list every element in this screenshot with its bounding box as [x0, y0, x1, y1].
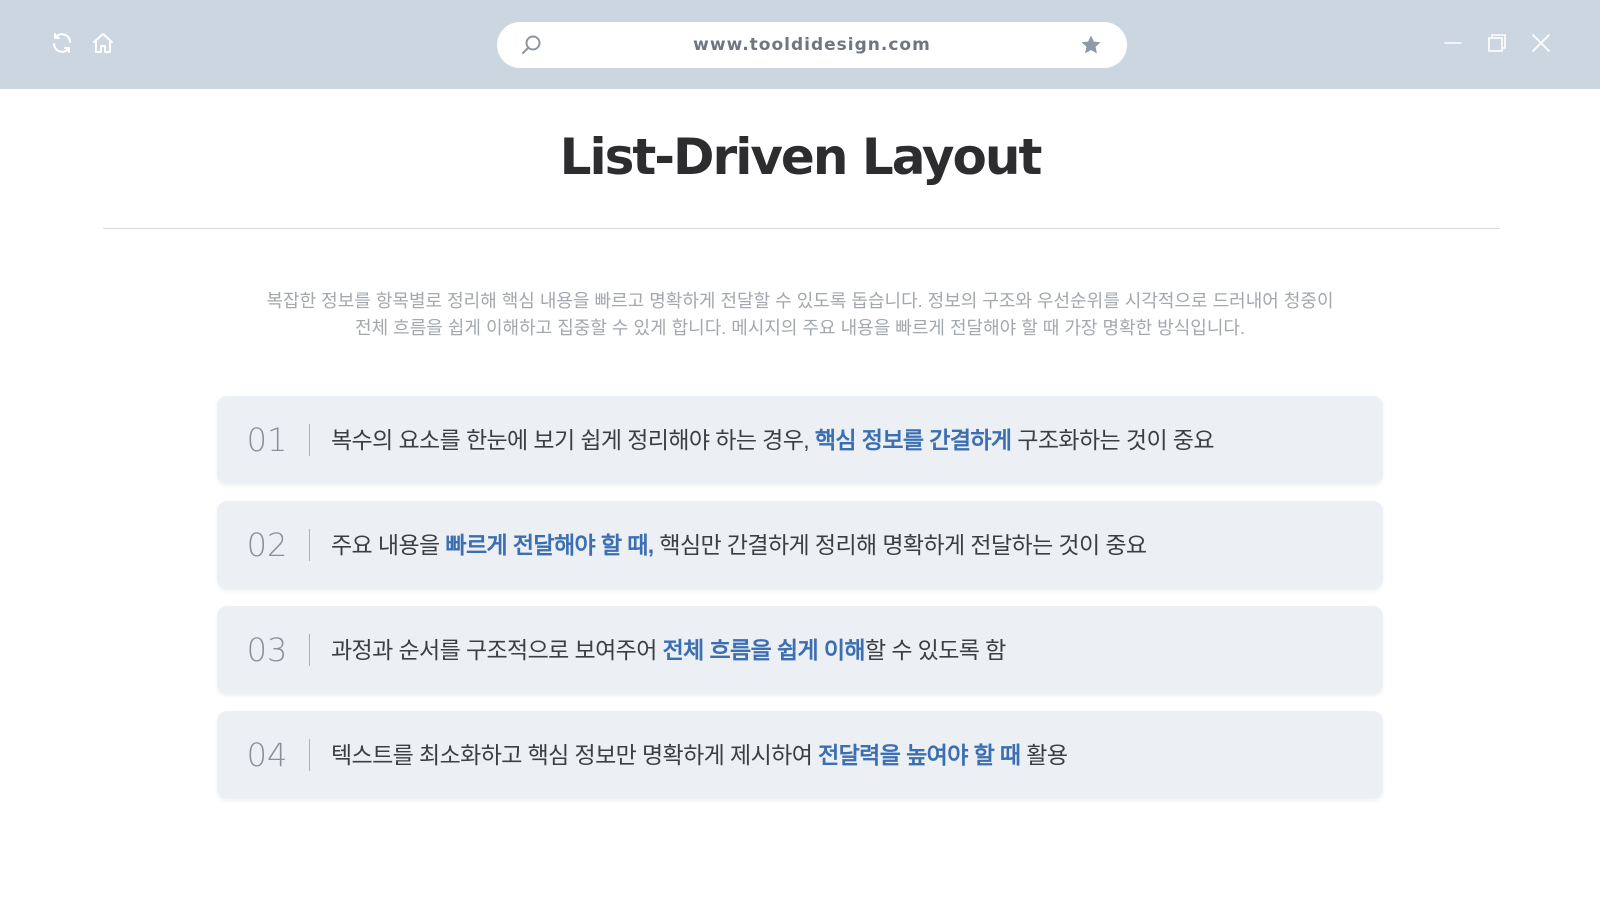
- intro-line-1: 복잡한 정보를 항목별로 정리해 핵심 내용을 빠르고 명확하게 전달할 수 있…: [266, 291, 1334, 311]
- item-number: 01: [246, 421, 288, 459]
- browser-toolbar: www.tooldidesign.com: [0, 0, 1600, 89]
- feature-list: 01 복수의 요소를 한눈에 보기 쉽게 정리해야 하는 경우, 핵심 정보를 …: [217, 396, 1383, 816]
- item-text-after: 핵심만 간결하게 정리해 명확하게 전달하는 것이 중요: [653, 532, 1147, 558]
- item-text-before: 주요 내용을: [331, 532, 446, 558]
- page-title: List-Driven Layout: [559, 128, 1043, 186]
- address-url[interactable]: www.tooldidesign.com: [497, 22, 1127, 68]
- star-icon[interactable]: [1079, 33, 1103, 57]
- item-text: 과정과 순서를 구조적으로 보여주어 전체 흐름을 쉽게 이해할 수 있도록 함: [331, 606, 1006, 694]
- refresh-icon[interactable]: [47, 28, 77, 58]
- item-highlight: 전체 흐름을 쉽게 이해: [662, 637, 866, 663]
- item-text: 텍스트를 최소화하고 핵심 정보만 명확하게 제시하여 전달력을 높여야 할 때…: [331, 711, 1068, 799]
- list-item: 02 주요 내용을 빠르게 전달해야 할 때, 핵심만 간결하게 정리해 명확하…: [217, 501, 1383, 589]
- item-number: 02: [246, 526, 288, 564]
- item-text-before: 텍스트를 최소화하고 핵심 정보만 명확하게 제시하여: [331, 742, 819, 768]
- intro-line-2: 전체 흐름을 쉽게 이해하고 집중할 수 있게 합니다. 메시지의 주요 내용을…: [355, 318, 1245, 338]
- restore-icon[interactable]: [1484, 30, 1510, 56]
- item-text-before: 과정과 순서를 구조적으로 보여주어: [331, 637, 663, 663]
- list-item: 04 텍스트를 최소화하고 핵심 정보만 명확하게 제시하여 전달력을 높여야 …: [217, 711, 1383, 799]
- title-divider: [103, 228, 1500, 229]
- item-text-before: 복수의 요소를 한눈에 보기 쉽게 정리해야 하는 경우,: [331, 427, 815, 453]
- item-text-after: 활용: [1020, 742, 1068, 768]
- item-divider: [309, 529, 310, 561]
- address-bar[interactable]: www.tooldidesign.com: [497, 22, 1127, 68]
- item-text-after: 할 수 있도록 함: [864, 637, 1006, 663]
- list-item: 01 복수의 요소를 한눈에 보기 쉽게 정리해야 하는 경우, 핵심 정보를 …: [217, 396, 1383, 484]
- item-divider: [309, 634, 310, 666]
- minimize-icon[interactable]: [1440, 30, 1466, 56]
- item-text-after: 구조화하는 것이 중요: [1011, 427, 1214, 453]
- item-divider: [309, 739, 310, 771]
- home-icon[interactable]: [88, 28, 118, 58]
- item-text: 주요 내용을 빠르게 전달해야 할 때, 핵심만 간결하게 정리해 명확하게 전…: [331, 501, 1147, 589]
- list-item: 03 과정과 순서를 구조적으로 보여주어 전체 흐름을 쉽게 이해할 수 있도…: [217, 606, 1383, 694]
- item-number: 04: [246, 736, 288, 774]
- item-highlight: 핵심 정보를 간결하게: [814, 427, 1012, 453]
- item-number: 03: [246, 631, 288, 669]
- item-text: 복수의 요소를 한눈에 보기 쉽게 정리해야 하는 경우, 핵심 정보를 간결하…: [331, 396, 1215, 484]
- close-icon[interactable]: [1528, 30, 1554, 56]
- item-divider: [309, 424, 310, 456]
- item-highlight: 전달력을 높여야 할 때: [818, 742, 1021, 768]
- item-highlight: 빠르게 전달해야 할 때,: [445, 532, 654, 558]
- intro-paragraph: 복잡한 정보를 항목별로 정리해 핵심 내용을 빠르고 명확하게 전달할 수 있…: [200, 288, 1400, 342]
